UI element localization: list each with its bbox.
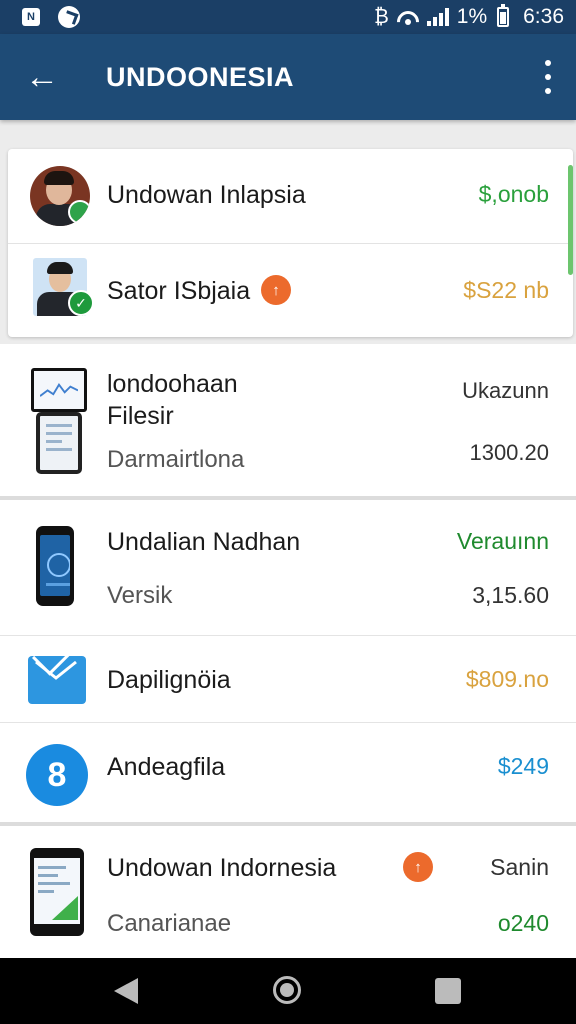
- item-title: Sator ISbjaia: [107, 277, 251, 305]
- item-title: Undowan Inlapsia: [107, 181, 306, 209]
- item-amount: $809.no: [465, 666, 549, 692]
- nav-back-icon[interactable]: [114, 978, 138, 1004]
- smartphone-icon: [36, 526, 74, 606]
- signal-icon: [426, 8, 449, 26]
- item-amount: $,onob: [478, 181, 549, 207]
- back-button[interactable]: ←: [0, 34, 84, 120]
- laptop-chart-icon: [31, 368, 87, 412]
- item-amount: $249: [497, 753, 549, 779]
- avatar: [30, 166, 90, 226]
- clock: 6:36: [523, 5, 564, 28]
- item-amount: $S22 nb: [463, 277, 549, 303]
- wifi-icon: [397, 9, 419, 25]
- item-title: Dapilignöia: [107, 666, 231, 694]
- trending-up-icon: ↑: [403, 852, 433, 882]
- list-item[interactable]: 8 Andeagfila $249: [0, 723, 576, 822]
- list-item[interactable]: Dapilignöia $809.no: [0, 636, 576, 722]
- page-title: UNDOONESIA: [106, 61, 295, 92]
- battery-icon: [497, 4, 510, 27]
- list-item[interactable]: ✓ Sator ISbjaia ↑ $S22 nb: [8, 244, 573, 337]
- item-amount: 1300.20: [469, 440, 549, 465]
- item-subtitle: Versik: [107, 582, 173, 609]
- battery-percent: 1%: [456, 5, 488, 28]
- nav-home-icon[interactable]: [273, 976, 301, 1004]
- system-nav-bar: [0, 958, 576, 1024]
- item-title-line1: londoohaan: [107, 370, 238, 398]
- item-title: Undowan Indornesia: [107, 854, 337, 882]
- mail-icon: [28, 656, 86, 704]
- item-title: Undalian Nadhan: [107, 528, 301, 556]
- app-bar: ← UNDOONESIA: [0, 34, 576, 120]
- data-saver-icon: ₿: [373, 6, 389, 28]
- list-item[interactable]: Undowan Indornesia ↑ Canarianae Sanin o2…: [0, 826, 576, 958]
- item-subtitle: Darmairtlona: [107, 446, 245, 473]
- contacts-card: Undowan Inlapsia $,onob ✓ Sator ISbjaia …: [8, 149, 573, 337]
- list-item[interactable]: londoohaan Filesir Darmairtlona Ukazunn …: [0, 344, 576, 496]
- trending-up-icon: ↑: [261, 275, 291, 305]
- overflow-menu-button[interactable]: [538, 60, 558, 94]
- arrow-left-icon: ←: [25, 57, 59, 96]
- scrollbar[interactable]: [568, 165, 573, 275]
- list-item[interactable]: Undowan Inlapsia $,onob: [8, 149, 573, 243]
- nav-recents-icon[interactable]: [435, 978, 461, 1004]
- status-bar: N ₿ 1% 6:36: [0, 0, 576, 34]
- item-status: Sanin: [490, 854, 549, 880]
- tablet-icon: [36, 412, 82, 474]
- item-amount: o240: [497, 910, 549, 936]
- app-circle-icon: 8: [26, 744, 88, 806]
- item-title-line2: Filesir: [107, 402, 174, 430]
- item-subtitle: Canarianae: [107, 910, 232, 937]
- verified-check-icon: ✓: [68, 290, 94, 316]
- item-status: Ukazunn: [462, 378, 549, 403]
- item-amount: 3,15.60: [472, 582, 549, 608]
- app-notification-icon: [58, 6, 80, 28]
- phone-chart-icon: [30, 848, 84, 936]
- item-status: Verauınn: [456, 528, 549, 554]
- notification-icon: N: [22, 8, 40, 26]
- item-title: Andeagfila: [107, 753, 226, 781]
- list-item[interactable]: Undalian Nadhan Versik Verauınn 3,15.60: [0, 500, 576, 635]
